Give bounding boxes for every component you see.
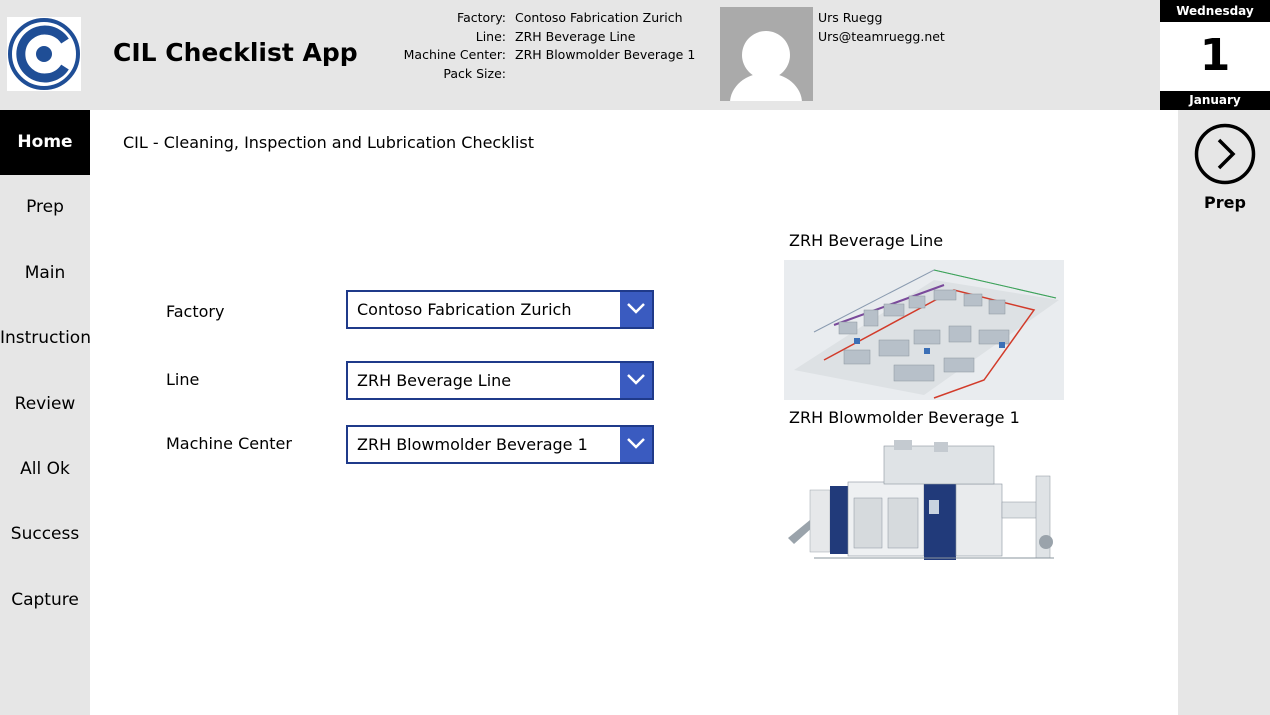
machine-center-dropdown-toggle[interactable] <box>620 427 652 462</box>
context-labels: Factory: Line: Machine Center: Pack Size… <box>395 9 506 83</box>
nav-item-main[interactable]: Main <box>0 241 90 306</box>
page-title: CIL - Cleaning, Inspection and Lubricati… <box>123 133 534 152</box>
nav-item-success[interactable]: Success <box>0 502 90 567</box>
factory-value: Contoso Fabrication Zurich <box>515 10 683 25</box>
date-widget: Wednesday 1 January <box>1160 0 1270 110</box>
user-avatar <box>720 7 813 101</box>
line-label: Line: <box>475 28 506 44</box>
nav-item-instruction[interactable]: Instruction <box>0 306 91 371</box>
line-value: ZRH Beverage Line <box>515 28 636 44</box>
machine-center-dropdown-value: ZRH Blowmolder Beverage 1 <box>357 435 588 454</box>
chevron-down-icon <box>627 374 645 385</box>
line-dropdown-value: ZRH Beverage Line <box>357 371 512 390</box>
next-label[interactable]: Prep <box>1180 193 1270 212</box>
app-title: CIL Checklist App <box>113 38 358 67</box>
chevron-down-icon <box>627 438 645 449</box>
line-dropdown[interactable]: ZRH Beverage Line <box>346 361 654 400</box>
factory-dropdown-toggle[interactable] <box>620 292 652 327</box>
header-bar: CIL Checklist App Factory: Line: Machine… <box>0 0 1270 110</box>
blowmolder-machine-image <box>784 438 1064 573</box>
chevron-down-icon <box>627 303 645 314</box>
user-email: Urs@teamruegg.net <box>818 28 945 44</box>
line-image-title: ZRH Beverage Line <box>789 231 944 250</box>
nav-item-all-ok[interactable]: All Ok <box>0 437 90 502</box>
date-month: January <box>1160 91 1270 110</box>
next-arrow-button[interactable] <box>1194 123 1256 185</box>
machine-center-field-label: Machine Center <box>166 434 292 453</box>
date-day: 1 <box>1199 30 1231 81</box>
nav-item-home[interactable]: Home <box>0 110 90 175</box>
sidebar-nav: Home Prep Main Instruction Review All Ok… <box>0 110 91 715</box>
machine-center-value: ZRH Blowmolder Beverage 1 <box>515 47 696 62</box>
date-weekday: Wednesday <box>1160 0 1270 22</box>
user-info: Urs Ruegg Urs@teamruegg.net <box>818 9 945 46</box>
chevron-right-circle-icon <box>1194 123 1256 185</box>
machine-image-title: ZRH Blowmolder Beverage 1 <box>789 408 1020 427</box>
nav-item-capture[interactable]: Capture <box>0 568 90 633</box>
machine-center-label: Machine Center: <box>403 47 506 62</box>
line-field-label: Line <box>166 370 200 389</box>
factory-label: Factory: <box>457 10 506 25</box>
pack-size-value <box>515 65 715 84</box>
factory-field-label: Factory <box>166 302 225 321</box>
app-logo <box>7 17 81 91</box>
machine-center-dropdown[interactable]: ZRH Blowmolder Beverage 1 <box>346 425 654 464</box>
factory-dropdown-value: Contoso Fabrication Zurich <box>357 300 572 319</box>
user-name: Urs Ruegg <box>818 10 883 25</box>
factory-dropdown[interactable]: Contoso Fabrication Zurich <box>346 290 654 329</box>
line-dropdown-toggle[interactable] <box>620 363 652 398</box>
nav-item-prep[interactable]: Prep <box>0 175 90 240</box>
pack-size-label: Pack Size: <box>443 65 506 81</box>
nav-item-review[interactable]: Review <box>0 372 90 437</box>
context-values: Contoso Fabrication Zurich ZRH Beverage … <box>515 9 715 83</box>
beverage-line-image <box>784 260 1064 400</box>
